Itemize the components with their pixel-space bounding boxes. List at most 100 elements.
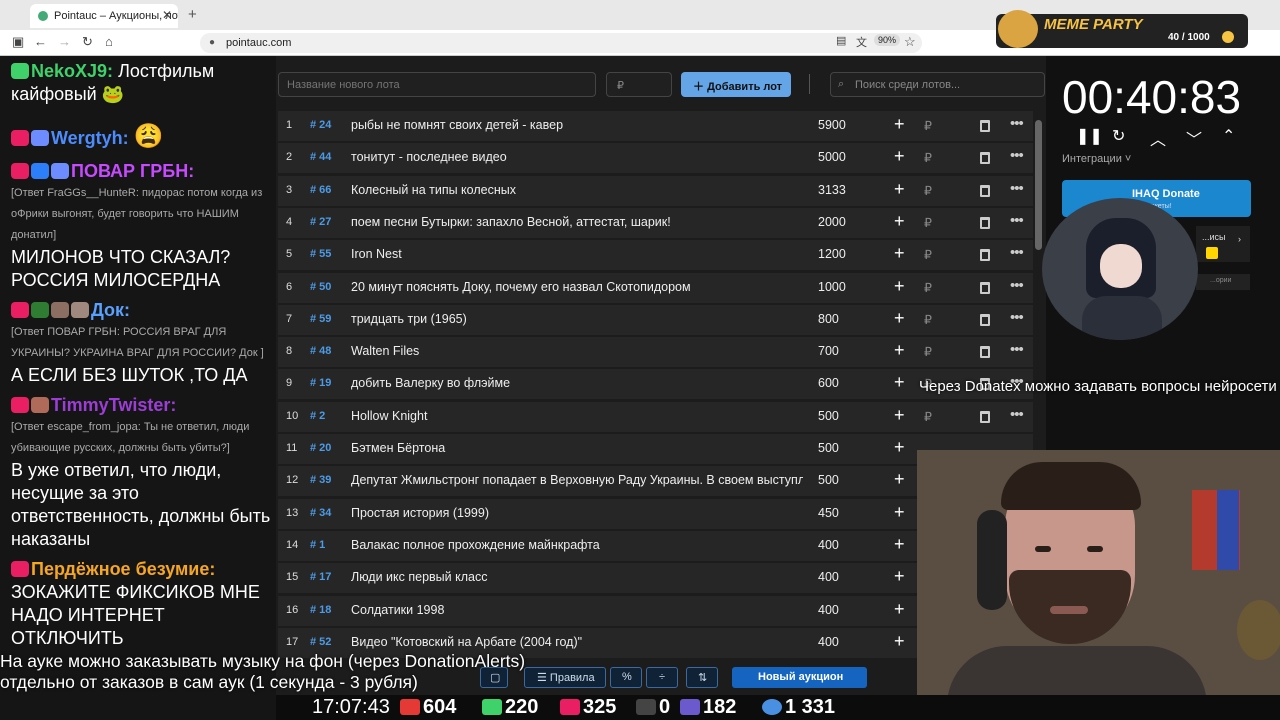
reader-icon[interactable]: ▤ bbox=[836, 34, 846, 47]
history-card[interactable]: ...ории bbox=[1196, 274, 1250, 290]
lot-amount[interactable]: 600 bbox=[818, 376, 839, 390]
lot-title[interactable]: тонитут - последнее видео bbox=[351, 150, 803, 164]
add-amount-icon[interactable]: + bbox=[894, 211, 905, 232]
more-options-icon[interactable]: ••• bbox=[1010, 115, 1024, 132]
delete-icon[interactable] bbox=[980, 120, 990, 132]
new-tab-button[interactable]: + bbox=[188, 6, 197, 23]
lot-title[interactable]: Депутат Жмильстронг попадает в Верховную… bbox=[351, 473, 803, 487]
add-amount-icon[interactable]: + bbox=[894, 631, 905, 652]
lot-row[interactable]: 2 # 44 тонитут - последнее видео 5000 + ₽ ••• bbox=[278, 143, 1033, 174]
more-options-icon[interactable]: ••• bbox=[1010, 212, 1024, 229]
lot-row[interactable]: 4 # 27 поем песни Бутырки: запахло Весной,… bbox=[278, 207, 1033, 238]
add-amount-icon[interactable]: + bbox=[894, 372, 905, 393]
lot-title[interactable]: Колесный на типы колесных bbox=[351, 183, 803, 197]
lot-title[interactable]: тридцать три (1965) bbox=[351, 312, 803, 326]
more-options-icon[interactable]: ••• bbox=[1010, 147, 1024, 164]
add-amount-icon[interactable]: + bbox=[894, 599, 905, 620]
reload-icon[interactable]: ↻ bbox=[82, 34, 93, 50]
new-auction-button[interactable]: Новый аукцион bbox=[732, 667, 867, 688]
lot-title[interactable]: добить Валерку во флэйме bbox=[351, 376, 803, 390]
add-amount-icon[interactable]: + bbox=[894, 276, 905, 297]
lot-title[interactable]: Солдатики 1998 bbox=[351, 603, 803, 617]
add-amount-icon[interactable]: + bbox=[894, 114, 905, 135]
lot-title[interactable]: Iron Nest bbox=[351, 247, 803, 261]
lot-amount[interactable]: 800 bbox=[818, 312, 839, 326]
zoom-badge[interactable]: 90% bbox=[874, 34, 901, 46]
lot-list-scrollbar[interactable] bbox=[1035, 120, 1042, 250]
lot-amount[interactable]: 500 bbox=[818, 441, 839, 455]
add-amount-icon[interactable]: + bbox=[894, 243, 905, 264]
home-icon[interactable]: ⌂ bbox=[105, 34, 113, 49]
lot-title[interactable]: рыбы не помнят своих детей - кавер bbox=[351, 118, 803, 132]
add-amount-icon[interactable]: + bbox=[894, 502, 905, 523]
reset-icon[interactable]: ↻ bbox=[1112, 126, 1125, 146]
lot-amount[interactable]: 5000 bbox=[818, 150, 846, 164]
delete-icon[interactable] bbox=[980, 249, 990, 262]
lot-amount[interactable]: 500 bbox=[818, 473, 839, 487]
add-amount-icon[interactable]: + bbox=[894, 405, 905, 426]
back-icon[interactable]: ← bbox=[34, 34, 47, 49]
lot-title[interactable]: Люди икс первый класс bbox=[351, 570, 803, 584]
browser-tab[interactable]: Pointauc – Аукционы, лотереи ✕ bbox=[30, 4, 178, 28]
lot-amount[interactable]: 400 bbox=[818, 538, 839, 552]
lot-amount[interactable]: 2000 bbox=[818, 215, 846, 229]
more-options-icon[interactable]: ••• bbox=[1010, 277, 1024, 294]
forward-icon[interactable]: → bbox=[58, 34, 71, 49]
close-tab-icon[interactable]: ✕ bbox=[162, 8, 172, 22]
integrations-dropdown[interactable]: Интеграции ˅ bbox=[1062, 153, 1131, 165]
lot-row[interactable]: 5 # 55 Iron Nest 1200 + ₽ ••• bbox=[278, 240, 1033, 271]
delete-icon[interactable] bbox=[980, 346, 990, 359]
lot-title[interactable]: Валакас полное прохождение майнкрафта bbox=[351, 538, 803, 552]
translate-icon[interactable]: 文 bbox=[856, 34, 867, 50]
lot-title[interactable]: поем песни Бутырки: запахло Весной, атте… bbox=[351, 215, 803, 229]
site-info-icon[interactable]: ● bbox=[209, 37, 215, 48]
percent-button[interactable]: % bbox=[610, 667, 642, 688]
add-lot-button[interactable]: ＋ Добавить лот bbox=[681, 72, 791, 97]
lot-row[interactable]: 7 # 59 тридцать три (1965) 800 + ₽ ••• bbox=[278, 304, 1033, 335]
add-amount-icon[interactable]: + bbox=[894, 340, 905, 361]
lot-title[interactable]: 20 минут пояснять Доку, почему его назва… bbox=[351, 280, 803, 294]
lot-title[interactable]: Hollow Knight bbox=[351, 409, 803, 423]
pause-icon[interactable]: ❚❚ bbox=[1076, 126, 1103, 146]
add-amount-icon[interactable]: + bbox=[894, 179, 905, 200]
chevron-down-icon[interactable]: ﹀ bbox=[1186, 126, 1202, 150]
split-button[interactable]: ÷ bbox=[646, 667, 678, 688]
more-options-icon[interactable]: ••• bbox=[1010, 180, 1024, 197]
lot-search-input[interactable]: ⌕ Поиск среди лотов... bbox=[830, 72, 1045, 97]
lot-amount[interactable]: 450 bbox=[818, 506, 839, 520]
lot-row[interactable]: 1 # 24 рыбы не помнят своих детей - кавер 5… bbox=[278, 111, 1033, 141]
delete-icon[interactable] bbox=[980, 152, 990, 165]
lot-amount[interactable]: 700 bbox=[818, 344, 839, 358]
add-amount-icon[interactable]: + bbox=[894, 566, 905, 587]
add-amount-icon[interactable]: + bbox=[894, 437, 905, 458]
lot-amount[interactable]: 1000 bbox=[818, 280, 846, 294]
bookmark-star-icon[interactable]: ☆ bbox=[904, 34, 916, 50]
lot-title[interactable]: Видео "Котовский на Арбате (2004 год)" bbox=[351, 635, 803, 649]
add-amount-icon[interactable]: + bbox=[894, 308, 905, 329]
delete-icon[interactable] bbox=[980, 410, 990, 423]
lot-row[interactable]: 10 # 2 Hollow Knight 500 + ₽ ••• bbox=[278, 401, 1033, 432]
lot-row[interactable]: 6 # 50 20 минут пояснять Доку, почему его … bbox=[278, 272, 1033, 303]
more-options-icon[interactable]: ••• bbox=[1010, 406, 1024, 423]
price-input[interactable]: ₽ bbox=[606, 72, 672, 97]
double-chevron-up-icon[interactable]: ⌃ bbox=[1222, 126, 1235, 146]
delete-icon[interactable] bbox=[980, 281, 990, 294]
lot-title[interactable]: Простая история (1999) bbox=[351, 506, 803, 520]
add-amount-icon[interactable]: + bbox=[894, 534, 905, 555]
more-options-icon[interactable]: ••• bbox=[1010, 341, 1024, 358]
chevron-up-icon[interactable]: ︿ bbox=[1150, 126, 1166, 150]
lot-amount[interactable]: 5900 bbox=[818, 118, 846, 132]
lot-amount[interactable]: 500 bbox=[818, 409, 839, 423]
add-amount-icon[interactable]: + bbox=[894, 146, 905, 167]
integration-card[interactable]: ...исы › bbox=[1196, 226, 1250, 262]
delete-icon[interactable] bbox=[980, 313, 990, 326]
lot-row[interactable]: 3 # 66 Колесный на типы колесных 3133 + ₽ ••• bbox=[278, 175, 1033, 206]
delete-icon[interactable] bbox=[980, 184, 990, 197]
lot-title[interactable]: Walten Files bbox=[351, 344, 803, 358]
delete-icon[interactable] bbox=[980, 216, 990, 229]
url-field[interactable]: ● pointauc.com bbox=[200, 33, 922, 53]
more-options-icon[interactable]: ••• bbox=[1010, 244, 1024, 261]
lot-amount[interactable]: 400 bbox=[818, 635, 839, 649]
rules-button[interactable]: ☰ Правила bbox=[524, 667, 606, 688]
more-options-icon[interactable]: ••• bbox=[1010, 309, 1024, 326]
